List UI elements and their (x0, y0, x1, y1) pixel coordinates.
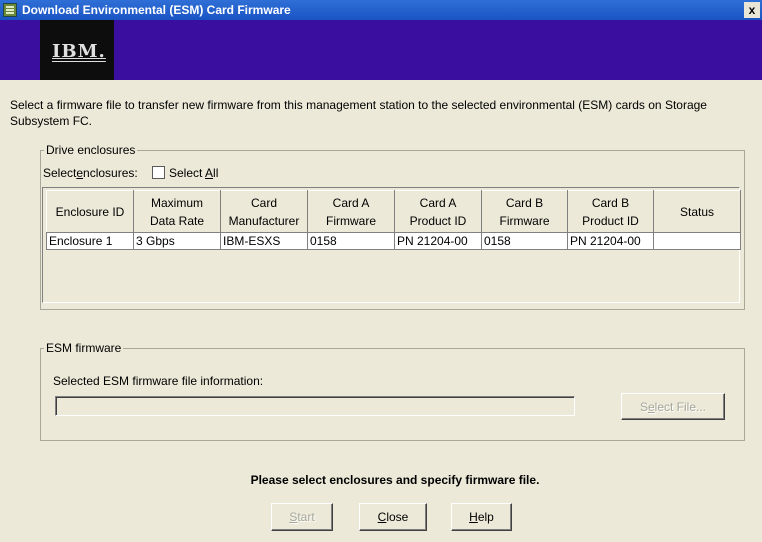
column-header-card-b-product-id[interactable]: Card B Product ID (567, 190, 654, 233)
esm-firmware-legend: ESM firmware (44, 341, 124, 355)
enclosures-table: Enclosure ID Maximum Data Rate Card Manufa… (46, 190, 741, 250)
table-row[interactable]: Enclosure 1 3 Gbps IBM-ESXS 0158 PN 2120… (46, 232, 741, 250)
column-header-enclosure-id[interactable]: Enclosure ID (46, 190, 134, 233)
select-file-button[interactable]: Select File... (621, 393, 725, 420)
column-header-card-b-firmware[interactable]: Card B Firmware (481, 190, 568, 233)
select-enclosures-label: Selectenclosures: (43, 166, 138, 180)
logo-text: IBM. (52, 41, 106, 62)
firmware-info-label: Selected ESM firmware file information: (53, 374, 264, 388)
drive-enclosures-legend: Drive enclosures (44, 143, 138, 157)
help-button[interactable]: Help (451, 503, 512, 531)
instructions-text: Select a firmware file to transfer new f… (10, 98, 707, 128)
start-button[interactable]: Start (271, 503, 333, 531)
table-header-row: Enclosure ID Maximum Data Rate Card Manufa… (46, 190, 741, 233)
ibm-logo: IBM. (40, 20, 114, 80)
app-icon (3, 3, 17, 17)
column-header-card-manufacturer[interactable]: Card Manufacturer (220, 190, 308, 233)
header-banner: IBM. (0, 20, 762, 80)
cell-enclosure-id: Enclosure 1 (46, 232, 134, 250)
cell-card-b-product-id: PN 21204-00 (567, 232, 654, 250)
firmware-file-info-field (55, 396, 575, 416)
cell-status (653, 232, 741, 250)
cell-card-a-firmware: 0158 (307, 232, 395, 250)
select-all-label[interactable]: Select All (169, 166, 218, 180)
column-header-max-data-rate[interactable]: Maximum Data Rate (133, 190, 221, 233)
status-message: Please select enclosures and specify fir… (250, 473, 540, 487)
column-header-card-a-firmware[interactable]: Card A Firmware (307, 190, 395, 233)
enclosures-table-container: Enclosure ID Maximum Data Rate Card Manufa… (42, 187, 741, 303)
title-bar: Download Environmental (ESM) Card Firmwa… (0, 0, 762, 20)
column-header-status[interactable]: Status (653, 190, 741, 233)
window-title: Download Environmental (ESM) Card Firmwa… (22, 3, 291, 17)
cell-card-a-product-id: PN 21204-00 (394, 232, 482, 250)
cell-card-b-firmware: 0158 (481, 232, 568, 250)
close-window-button[interactable]: x (744, 2, 760, 18)
cell-card-manufacturer: IBM-ESXS (220, 232, 308, 250)
column-header-card-a-product-id[interactable]: Card A Product ID (394, 190, 482, 233)
close-button[interactable]: Close (359, 503, 427, 531)
select-all-checkbox[interactable] (152, 166, 165, 179)
cell-max-data-rate: 3 Gbps (133, 232, 221, 250)
